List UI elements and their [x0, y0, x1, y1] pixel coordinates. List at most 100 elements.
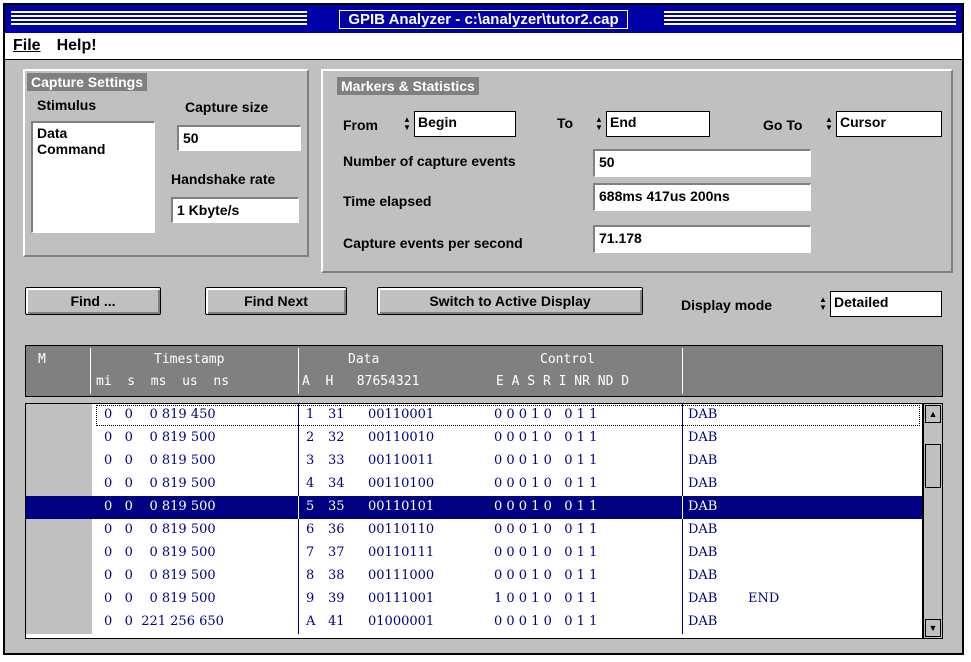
column-separator — [682, 473, 683, 496]
display-mode-value[interactable]: Detailed — [830, 291, 942, 317]
column-separator — [682, 588, 683, 611]
table-row[interactable]: 0 0 0 819 500 7 37 00110111 0 0 0 1 0 0 1 1 D… — [26, 542, 922, 565]
control-cell: 0 0 0 1 0 0 1 1 — [494, 476, 598, 491]
bits-cell: 00110010 — [368, 430, 435, 445]
stimulus-item-data[interactable]: Data — [37, 125, 150, 141]
col-data-header: Data — [348, 352, 380, 367]
table-row[interactable]: 0 0 221 256 650 A 41 01000001 0 0 0 1 0 0 1 … — [26, 611, 922, 634]
col-timestamp-header: Timestamp — [154, 352, 225, 367]
vertical-scrollbar[interactable]: ▲ ▼ — [923, 403, 943, 639]
column-separator — [298, 427, 299, 450]
num-events-label: Number of capture events — [343, 153, 516, 169]
events-per-second-field: 71.178 — [593, 225, 811, 253]
column-separator — [682, 611, 683, 634]
find-button-label: Find ... — [70, 293, 116, 309]
switch-display-button[interactable]: Switch to Active Display — [377, 287, 643, 315]
marker-cell[interactable] — [26, 542, 92, 565]
control-cell: 0 0 0 1 0 0 1 1 — [494, 568, 598, 583]
find-next-button[interactable]: Find Next — [205, 287, 347, 315]
find-next-button-label: Find Next — [244, 293, 308, 309]
event-table-header: M Timestamp mi s ms us ns Data A H 87654… — [25, 345, 943, 397]
header-divider — [682, 348, 683, 394]
column-separator — [682, 519, 683, 542]
events-per-second-label: Capture events per second — [343, 235, 523, 251]
col-m-header: M — [38, 352, 46, 367]
column-separator — [298, 519, 299, 542]
timestamp-cell: 0 0 221 256 650 — [104, 614, 224, 629]
bits-cell: 00111001 — [368, 591, 435, 606]
column-separator — [682, 496, 683, 519]
to-spinner[interactable]: ▲ ▼ End — [593, 111, 710, 137]
marker-cell[interactable] — [26, 473, 92, 496]
table-row[interactable]: 0 0 0 819 500 8 38 00111000 0 0 0 1 0 0 1 1 D… — [26, 565, 922, 588]
time-elapsed-field: 688ms 417us 200ns — [593, 183, 811, 211]
marker-cell[interactable] — [26, 588, 92, 611]
marker-cell[interactable] — [26, 611, 92, 634]
handshake-rate-field[interactable]: 1 Kbyte/s — [171, 197, 299, 223]
spinner-arrows-icon[interactable]: ▲ ▼ — [401, 111, 413, 137]
window-title: GPIB Analyzer - c:\analyzer\tutor2.cap — [339, 9, 628, 29]
type-cell: DAB — [688, 453, 718, 468]
stimulus-item-command[interactable]: Command — [37, 141, 150, 157]
marker-cell[interactable] — [26, 519, 92, 542]
bits-cell: 00111000 — [368, 568, 435, 583]
header-divider — [90, 348, 91, 394]
hex-cell: 34 — [328, 476, 345, 491]
title-bar[interactable]: GPIB Analyzer - c:\analyzer\tutor2.cap — [5, 5, 962, 33]
hex-cell: 36 — [328, 522, 345, 537]
col-control-header: Control — [540, 352, 595, 367]
capture-size-field[interactable]: 50 — [177, 125, 301, 151]
table-row[interactable]: 0 0 0 819 450 1 31 00110001 0 0 0 1 0 0 1 1D… — [26, 404, 922, 427]
switch-display-button-label: Switch to Active Display — [429, 293, 591, 309]
control-cell: 1 0 0 1 0 0 1 1 — [494, 591, 598, 606]
scroll-up-arrow-icon[interactable]: ▲ — [925, 405, 941, 423]
to-value[interactable]: End — [606, 111, 710, 137]
spinner-arrows-icon[interactable]: ▲ ▼ — [593, 111, 605, 137]
type-cell: DAB — [688, 522, 718, 537]
goto-spinner[interactable]: ▲ ▼ Cursor — [823, 111, 942, 137]
scroll-down-arrow-icon[interactable]: ▼ — [925, 619, 941, 637]
marker-cell[interactable] — [26, 496, 92, 519]
bits-cell: 00110011 — [368, 453, 435, 468]
bits-cell: 01000001 — [368, 614, 435, 629]
type-cell: DAB — [688, 614, 718, 629]
marker-cell[interactable] — [26, 404, 92, 427]
title-bar-grip-right — [664, 11, 956, 27]
stimulus-list[interactable]: Data Command — [31, 121, 155, 233]
table-row[interactable]: 0 0 0 819 500 3 33 00110011 0 0 0 1 0 0 1 1D… — [26, 450, 922, 473]
timestamp-cell: 0 0 0 819 500 — [104, 591, 216, 606]
marker-cell[interactable] — [26, 565, 92, 588]
menu-help[interactable]: Help! — [49, 37, 105, 55]
from-label: From — [343, 117, 378, 133]
spinner-arrows-icon[interactable]: ▲ ▼ — [817, 291, 829, 317]
from-value[interactable]: Begin — [414, 111, 516, 137]
scroll-thumb[interactable] — [925, 444, 941, 488]
table-row[interactable]: 0 0 0 819 500 6 36 00110110 0 0 0 1 0 0 1 1 D… — [26, 519, 922, 542]
markers-statistics-title: Markers & Statistics — [337, 77, 479, 95]
marker-cell[interactable] — [26, 427, 92, 450]
table-row[interactable]: 0 0 0 819 500 4 34 00110100 0 0 0 1 0 0 1 1 D… — [26, 473, 922, 496]
table-row[interactable]: 0 0 0 819 500 9 39 00111001 1 0 0 1 0 0 1 1 D… — [26, 588, 922, 611]
column-separator — [682, 450, 683, 473]
control-cell: 0 0 0 1 0 0 1 1 — [494, 499, 598, 514]
num-events-field: 50 — [593, 149, 811, 177]
table-row[interactable]: 0 0 0 819 500 2 32 00110010 0 0 0 1 0 0 1 1 D… — [26, 427, 922, 450]
type-cell: DAB — [688, 430, 718, 445]
from-spinner[interactable]: ▲ ▼ Begin — [401, 111, 516, 137]
event-grid[interactable]: 0 0 0 819 450 1 31 00110001 0 0 0 1 0 0 1 1D… — [25, 403, 923, 639]
address-cell: 2 — [306, 430, 315, 445]
find-button[interactable]: Find ... — [25, 287, 161, 315]
display-mode-spinner[interactable]: ▲ ▼ Detailed — [817, 291, 942, 317]
goto-value[interactable]: Cursor — [836, 111, 942, 137]
marker-cell[interactable] — [26, 450, 92, 473]
table-row[interactable]: 0 0 0 819 500 5 35 00110101 0 0 0 1 0 0 1 1 D… — [26, 496, 922, 519]
goto-label: Go To — [763, 117, 803, 133]
capture-settings-title: Capture Settings — [27, 73, 148, 91]
menu-file[interactable]: File — [5, 37, 49, 55]
column-separator — [298, 588, 299, 611]
analyzer-window: GPIB Analyzer - c:\analyzer\tutor2.cap F… — [3, 3, 964, 655]
type-cell: DAB — [688, 545, 718, 560]
focus-rectangle — [96, 405, 920, 426]
spinner-arrows-icon[interactable]: ▲ ▼ — [823, 111, 835, 137]
to-label: To — [557, 115, 574, 131]
